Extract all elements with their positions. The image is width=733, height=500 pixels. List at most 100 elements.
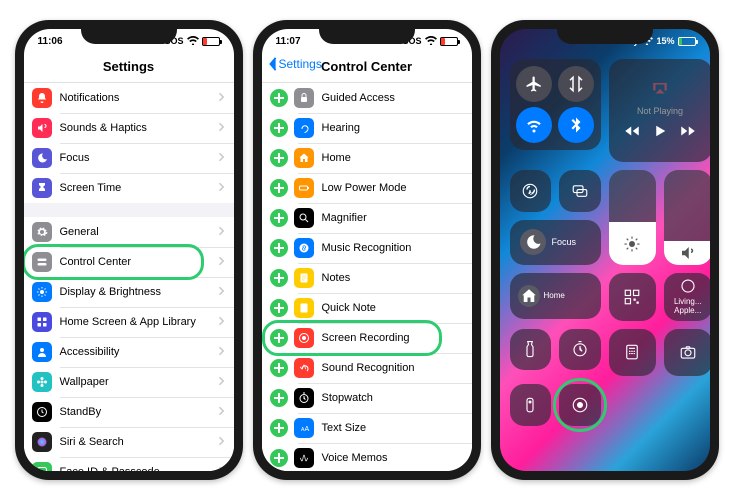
battery-icon	[678, 37, 696, 46]
gear-icon	[32, 222, 52, 242]
add-button[interactable]	[270, 359, 288, 377]
add-button[interactable]	[270, 299, 288, 317]
add-button[interactable]	[270, 449, 288, 467]
include-row-shazam[interactable]: Music Recognition	[262, 233, 472, 263]
timer-button[interactable]	[559, 329, 601, 371]
chevron-right-icon	[218, 226, 224, 239]
settings-list[interactable]: Notifications Sounds & Haptics Focus Screen…	[24, 83, 234, 471]
soundrec-icon	[294, 358, 314, 378]
siri-icon	[32, 432, 52, 452]
add-button[interactable]	[270, 419, 288, 437]
clock: 11:07	[276, 36, 301, 47]
include-row-home[interactable]: Home	[262, 143, 472, 173]
chevron-right-icon	[218, 466, 224, 472]
calculator-button[interactable]	[609, 329, 657, 377]
connectivity-tile[interactable]	[510, 59, 601, 150]
include-row-battery[interactable]: Low Power Mode	[262, 173, 472, 203]
settings-row-bell[interactable]: Notifications	[24, 83, 234, 113]
volume-slider[interactable]	[664, 170, 710, 265]
add-button[interactable]	[270, 269, 288, 287]
grid-icon	[32, 312, 52, 332]
settings-row-hourglass[interactable]: Screen Time	[24, 173, 234, 203]
next-button[interactable]	[679, 122, 697, 142]
wifi-icon	[425, 36, 437, 47]
settings-row-grid[interactable]: Home Screen & App Library	[24, 307, 234, 337]
screen-record-button[interactable]	[559, 384, 601, 426]
bluetooth-toggle[interactable]	[558, 107, 594, 143]
include-row-qnote[interactable]: Quick Note	[262, 293, 472, 323]
settings-row-siri[interactable]: Siri & Search	[24, 427, 234, 457]
phone-frame-2: 11:07 SOS Settings Control Center Guided…	[253, 20, 481, 480]
include-row-lock[interactable]: Guided Access	[262, 83, 472, 113]
stopwatch-icon	[294, 388, 314, 408]
settings-row-flower[interactable]: Wallpaper	[24, 367, 234, 397]
camera-button[interactable]	[664, 329, 710, 377]
screen-control-center-settings: 11:07 SOS Settings Control Center Guided…	[262, 29, 472, 471]
include-row-stopwatch[interactable]: Stopwatch	[262, 383, 472, 413]
airplane-toggle[interactable]	[516, 66, 552, 102]
row-label: Notifications	[60, 92, 218, 105]
include-row-ear[interactable]: Hearing	[262, 113, 472, 143]
settings-row-person[interactable]: Accessibility	[24, 337, 234, 367]
add-button[interactable]	[270, 119, 288, 137]
add-button[interactable]	[270, 239, 288, 257]
voicememo-icon	[294, 448, 314, 468]
settings-row-toggles[interactable]: Control Center	[24, 247, 234, 277]
row-label: Music Recognition	[322, 242, 462, 255]
chevron-right-icon	[218, 152, 224, 165]
chevron-right-icon	[218, 286, 224, 299]
play-button[interactable]	[651, 122, 669, 142]
record-icon	[294, 328, 314, 348]
settings-row-sun[interactable]: Display & Brightness	[24, 277, 234, 307]
chevron-right-icon	[218, 346, 224, 359]
add-button[interactable]	[270, 389, 288, 407]
add-button[interactable]	[270, 179, 288, 197]
hourglass-icon	[32, 178, 52, 198]
remote-button[interactable]	[510, 384, 552, 426]
settings-row-speaker[interactable]: Sounds & Haptics	[24, 113, 234, 143]
notch	[81, 20, 177, 44]
add-button[interactable]	[270, 89, 288, 107]
orientation-lock-button[interactable]	[510, 170, 552, 212]
add-button[interactable]	[270, 209, 288, 227]
scene-button[interactable]: Living... Apple...	[664, 273, 710, 321]
cellular-toggle[interactable]	[558, 66, 594, 102]
brightness-slider[interactable]	[609, 170, 657, 265]
add-button[interactable]	[270, 329, 288, 347]
chevron-right-icon	[218, 436, 224, 449]
row-label: Guided Access	[322, 92, 462, 105]
row-label: General	[60, 226, 218, 239]
screen-mirroring-button[interactable]	[559, 170, 601, 212]
row-label: Voice Memos	[322, 452, 462, 465]
airplay-icon	[651, 80, 669, 100]
settings-row-gear[interactable]: General	[24, 217, 234, 247]
row-label: Display & Brightness	[60, 286, 218, 299]
include-row-soundrec[interactable]: Sound Recognition	[262, 353, 472, 383]
settings-row-moon[interactable]: Focus	[24, 143, 234, 173]
wifi-toggle[interactable]	[516, 107, 552, 143]
include-row-textsize[interactable]: AAText Size	[262, 413, 472, 443]
back-button[interactable]: Settings	[268, 57, 322, 71]
include-row-notes[interactable]: Notes	[262, 263, 472, 293]
row-label: Stopwatch	[322, 392, 462, 405]
moon-icon	[32, 148, 52, 168]
row-label: Magnifier	[322, 212, 462, 225]
qr-button[interactable]	[609, 273, 657, 321]
includes-list[interactable]: Guided Access HearingHomeLow Power Mode Ma…	[262, 83, 472, 471]
add-button[interactable]	[270, 149, 288, 167]
settings-row-clock[interactable]: StandBy	[24, 397, 234, 427]
chevron-right-icon	[218, 92, 224, 105]
phone-frame-3: SOS only 15%	[491, 20, 719, 480]
flashlight-button[interactable]	[510, 329, 552, 371]
include-row-voicememo[interactable]: Voice Memos	[262, 443, 472, 471]
flower-icon	[32, 372, 52, 392]
media-tile[interactable]: Not Playing	[609, 59, 710, 162]
prev-button[interactable]	[623, 122, 641, 142]
focus-button[interactable]: Focus	[510, 220, 601, 266]
settings-row-faceid[interactable]: Face ID & Passcode	[24, 457, 234, 471]
home-icon	[294, 148, 314, 168]
row-label: Focus	[60, 152, 218, 165]
home-button[interactable]: Home	[510, 273, 601, 319]
include-row-magnify[interactable]: Magnifier	[262, 203, 472, 233]
include-row-record[interactable]: Screen Recording	[262, 323, 472, 353]
